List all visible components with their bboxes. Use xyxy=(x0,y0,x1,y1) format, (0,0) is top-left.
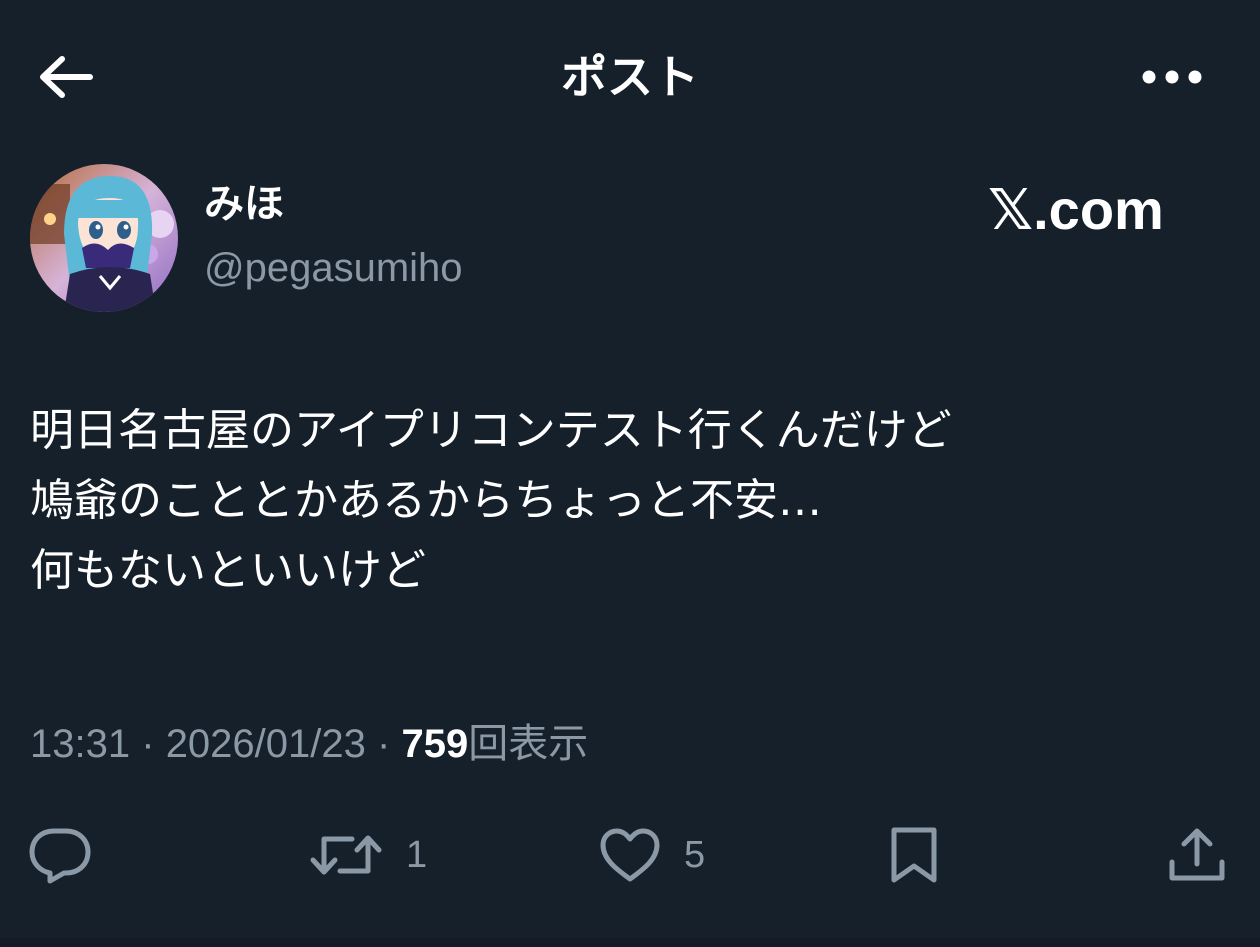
author-display-name[interactable]: みほ xyxy=(204,176,284,232)
post-time[interactable]: 13:31 xyxy=(30,722,130,766)
reply-button[interactable] xyxy=(28,815,92,895)
author-handle[interactable]: @pegasumiho xyxy=(204,240,463,296)
action-bar: 1 5 xyxy=(0,815,1260,895)
x-com-watermark: 𝕏.com xyxy=(988,178,1164,241)
share-button[interactable] xyxy=(1166,815,1228,895)
avatar-illustration xyxy=(30,164,178,312)
more-horizontal-icon xyxy=(1142,70,1202,84)
like-button[interactable]: 5 xyxy=(598,815,705,895)
post-text: 明日名古屋のアイプリコンテスト行くんだけど 鳩爺のこととかあるからちょっと不安…… xyxy=(30,405,952,596)
share-icon xyxy=(1169,828,1225,881)
views-label: 回表示 xyxy=(468,722,589,766)
bookmark-button[interactable] xyxy=(886,815,942,895)
header-bar: ポスト xyxy=(0,0,1260,150)
views-count: 759 xyxy=(401,722,469,766)
repost-icon xyxy=(310,835,382,875)
heart-icon xyxy=(600,828,660,882)
repost-count: 1 xyxy=(406,833,428,876)
post-meta: 13:31 · 2026/01/23 · 759回表示 xyxy=(30,716,588,772)
divider xyxy=(0,938,1260,947)
bookmark-icon xyxy=(891,827,937,883)
post-date[interactable]: 2026/01/23 xyxy=(166,722,366,766)
meta-separator: · xyxy=(377,722,391,766)
meta-separator: · xyxy=(141,722,155,766)
repost-button[interactable]: 1 xyxy=(308,815,427,895)
page-title: ポスト xyxy=(561,50,699,104)
reply-icon xyxy=(29,828,91,884)
avatar[interactable] xyxy=(30,164,178,312)
more-options-button[interactable] xyxy=(1130,50,1214,104)
like-count: 5 xyxy=(684,833,706,876)
